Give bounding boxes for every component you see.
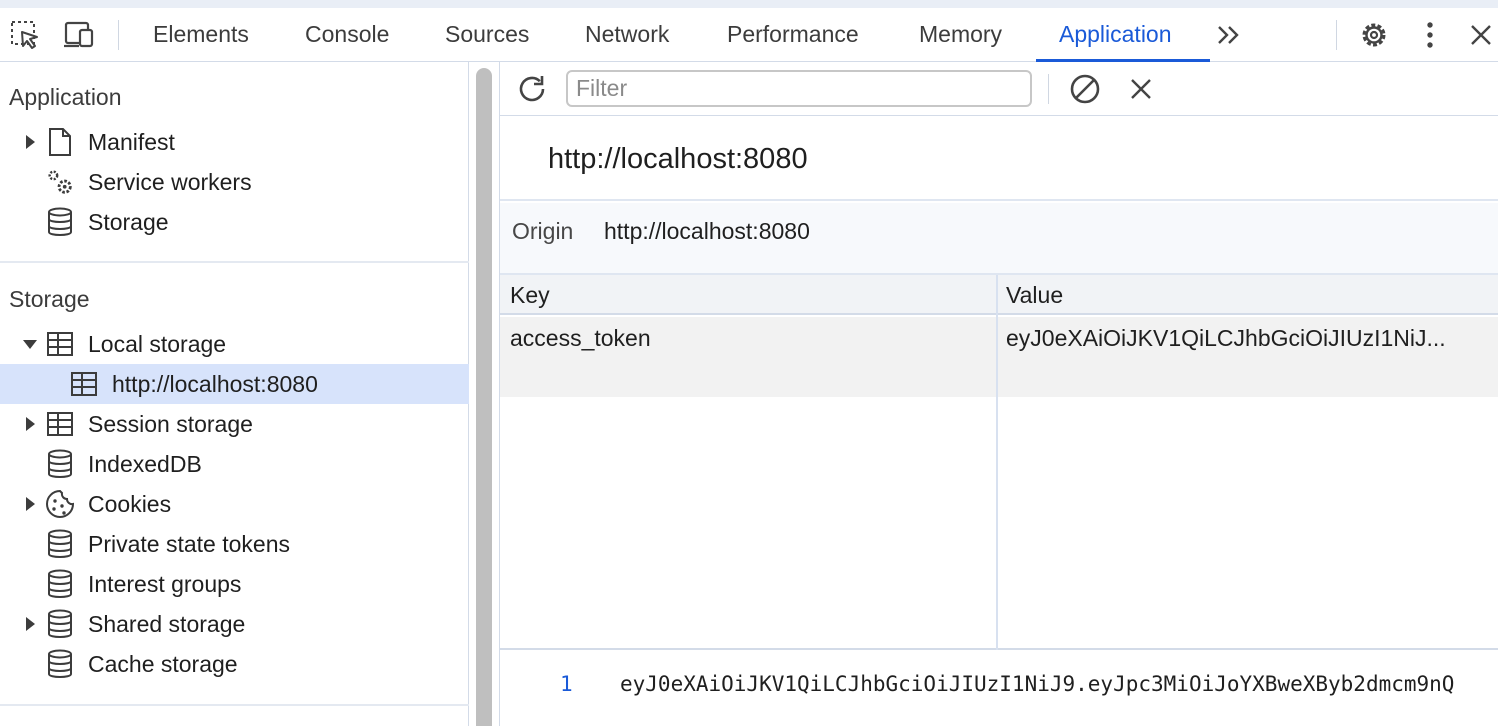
cell-key: access_token [510, 325, 651, 351]
origin-value: http://localhost:8080 [604, 218, 810, 244]
expand-arrow-icon[interactable] [22, 496, 38, 512]
sidebar-item-label: Private state tokens [88, 530, 290, 557]
tab-elements[interactable]: Elements [153, 8, 249, 61]
line-number: 1 [560, 672, 573, 696]
toolbar-separator [1336, 20, 1337, 50]
sidebar-item-private-state-tokens[interactable]: Private state tokens [0, 524, 469, 564]
value-preview: 1 eyJ0eXAiOiJKV1QiLCJhbGciOiJIUzI1NiJ9.e… [500, 652, 1498, 726]
sidebar-scrollbar[interactable] [470, 62, 500, 726]
database-icon [45, 529, 75, 559]
sidebar-item-label: Cache storage [88, 650, 238, 677]
sidebar-item-indexeddb[interactable]: IndexedDB [0, 444, 469, 484]
table-icon [45, 409, 75, 439]
storage-table: Key Value access_token eyJ0eXAiOiJKV1QiL… [500, 275, 1498, 650]
column-header-value[interactable]: Value [1006, 282, 1063, 309]
file-icon [45, 127, 75, 157]
tab-network[interactable]: Network [585, 8, 669, 61]
table-header: Key Value [500, 275, 1498, 315]
table-icon [69, 369, 99, 399]
close-icon[interactable] [1464, 18, 1498, 52]
tab-application[interactable]: Application [1059, 8, 1172, 61]
sidebar-item-localhost-8080[interactable]: http://localhost:8080 [0, 364, 469, 404]
preview-text: eyJ0eXAiOiJKV1QiLCJhbGciOiJIUzI1NiJ9.eyJ… [620, 672, 1455, 696]
origin-info-row: Origin http://localhost:8080 [500, 203, 1498, 275]
tab-console[interactable]: Console [305, 8, 389, 61]
sidebar-item-interest-groups[interactable]: Interest groups [0, 564, 469, 604]
block-icon[interactable] [1066, 70, 1104, 108]
section-title-application: Application [9, 84, 122, 110]
kebab-menu-icon[interactable] [1413, 18, 1447, 52]
expand-arrow-icon[interactable] [22, 616, 38, 632]
origin-label: Origin [512, 218, 574, 244]
expand-arrow-icon[interactable] [22, 416, 38, 432]
tab-memory[interactable]: Memory [919, 8, 1002, 61]
chevron-double-right-icon[interactable] [1212, 18, 1246, 52]
page-title: http://localhost:8080 [548, 143, 808, 175]
scrollbar-thumb[interactable] [476, 68, 492, 726]
column-divider[interactable] [996, 275, 998, 650]
sidebar-item-storage[interactable]: Storage [0, 202, 469, 242]
application-sidebar: Application Manifest Service workers Sto… [0, 62, 469, 726]
cell-value: eyJ0eXAiOiJKV1QiLCJhbGciOiJIUzI1NiJ... [1006, 325, 1446, 351]
sidebar-item-cache-storage[interactable]: Cache storage [0, 644, 469, 684]
tab-sources[interactable]: Sources [445, 8, 529, 61]
table-icon [45, 329, 75, 359]
collapse-arrow-icon[interactable] [22, 336, 38, 352]
sidebar-item-label: Shared storage [88, 610, 246, 637]
devtools-toolbar: Elements Console Sources Network Perform… [0, 0, 1498, 62]
sidebar-item-label: Interest groups [88, 570, 242, 597]
origin-header: http://localhost:8080 [500, 117, 1498, 201]
section-divider [0, 261, 469, 263]
sidebar-item-label: Storage [88, 208, 169, 235]
sidebar-item-local-storage[interactable]: Local storage [0, 324, 469, 364]
table-row[interactable]: access_token eyJ0eXAiOiJKV1QiLCJhbGciOiJ… [500, 317, 1498, 357]
database-icon [45, 649, 75, 679]
sidebar-item-label: Local storage [88, 330, 227, 357]
storage-toolbar [500, 62, 1498, 116]
sidebar-item-label: Cookies [88, 490, 172, 517]
sidebar-item-label: Session storage [88, 410, 253, 437]
database-icon [45, 207, 75, 237]
sidebar-item-label: Manifest [88, 128, 175, 155]
refresh-icon[interactable] [513, 70, 551, 108]
expand-arrow-icon[interactable] [22, 134, 38, 150]
section-divider [0, 704, 469, 706]
table-row-empty[interactable] [500, 357, 1498, 397]
section-title-storage: Storage [9, 286, 90, 312]
cookie-icon [45, 489, 75, 519]
gears-icon [45, 167, 75, 197]
database-icon [45, 569, 75, 599]
sidebar-item-label: IndexedDB [88, 450, 202, 477]
sidebar-item-cookies[interactable]: Cookies [0, 484, 469, 524]
close-icon[interactable] [1122, 70, 1160, 108]
local-storage-panel: http://localhost:8080 Origin http://loca… [500, 62, 1498, 726]
sidebar-item-manifest[interactable]: Manifest [0, 122, 469, 162]
gear-icon[interactable] [1357, 18, 1391, 52]
sidebar-item-label: http://localhost:8080 [112, 370, 318, 397]
column-header-key[interactable]: Key [510, 282, 550, 309]
inspect-element-icon[interactable] [8, 18, 42, 52]
database-icon [45, 609, 75, 639]
tab-performance[interactable]: Performance [727, 8, 859, 61]
toolbar-separator [1048, 74, 1049, 104]
toolbar-separator [118, 20, 119, 50]
database-icon [45, 449, 75, 479]
sidebar-item-shared-storage[interactable]: Shared storage [0, 604, 469, 644]
device-toolbar-icon[interactable] [62, 18, 96, 52]
sidebar-item-service-workers[interactable]: Service workers [0, 162, 469, 202]
sidebar-item-session-storage[interactable]: Session storage [0, 404, 469, 444]
filter-input[interactable] [566, 70, 1032, 107]
sidebar-item-label: Service workers [88, 168, 252, 195]
